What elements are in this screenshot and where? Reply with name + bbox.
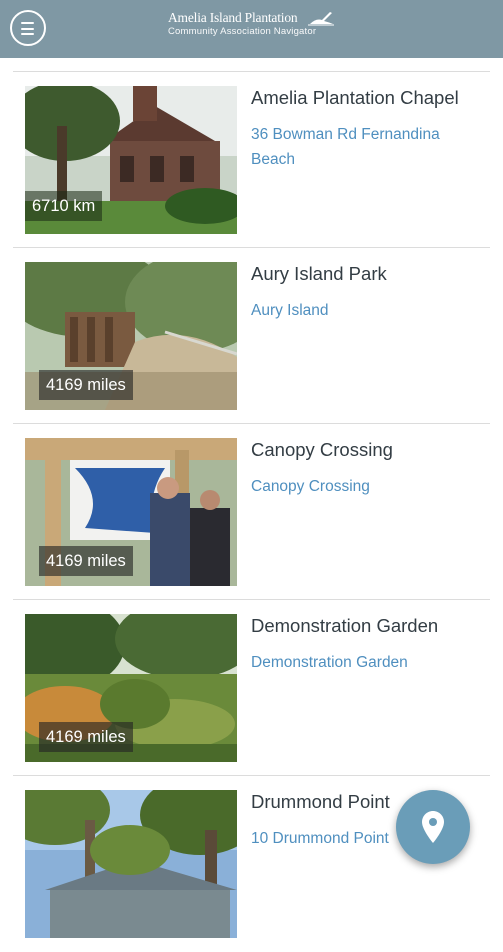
list-item[interactable]: 6710 km Amelia Plantation Chapel 36 Bowm… [13,72,490,248]
distance-badge: 4169 miles [39,370,133,400]
distance-badge: 4169 miles [39,546,133,576]
distance-badge: 4169 miles [39,722,133,752]
place-address-link[interactable]: 36 Bowman Rd Fernandina Beach [251,122,483,172]
place-photo: 4169 miles [25,262,237,410]
hamburger-menu-icon[interactable] [10,10,46,46]
place-photo: 4169 miles [25,438,237,586]
list-item[interactable]: 4169 miles Canopy Crossing Canopy Crossi… [13,424,490,600]
place-title: Aury Island Park [251,263,387,284]
place-address-link[interactable]: Aury Island [251,298,483,323]
map-fab-button[interactable] [396,790,470,864]
list-item[interactable]: 4169 miles Aury Island Park Aury Island [13,248,490,424]
place-title: Demonstration Garden [251,615,439,636]
place-photo: 4169 miles [25,614,237,762]
place-photo [25,790,237,938]
place-title: Canopy Crossing [251,439,393,460]
app-header: Amelia Island Plantation Community Assoc… [0,0,503,58]
list-item[interactable]: 4169 miles Demonstration Garden Demonstr… [13,600,490,776]
place-title: Amelia Plantation Chapel [251,87,459,108]
place-address-link[interactable]: Demonstration Garden [251,650,483,675]
map-pin-icon [422,811,444,843]
brand-subtitle: Community Association Navigator [168,26,317,37]
brand-logo: Amelia Island Plantation Community Assoc… [168,10,338,50]
place-address-link[interactable]: Canopy Crossing [251,474,483,499]
place-photo: 6710 km [25,86,237,234]
heron-logo-icon [308,12,334,26]
distance-badge: 6710 km [25,191,103,221]
